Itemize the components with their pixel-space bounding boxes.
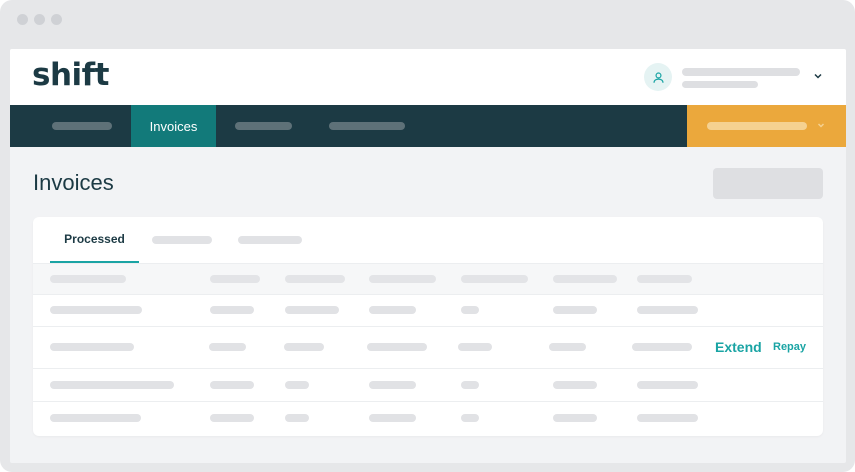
cell-placeholder: [50, 414, 141, 422]
cell-placeholder: [285, 306, 339, 314]
cell-placeholder: [549, 343, 586, 351]
cell-placeholder: [632, 343, 692, 351]
cell-placeholder: [553, 306, 597, 314]
cell-placeholder: [553, 381, 597, 389]
cell-placeholder: [367, 343, 427, 351]
cell-placeholder: [209, 343, 246, 351]
chevron-down-icon: [817, 123, 825, 128]
header-cell-placeholder: [461, 275, 528, 283]
user-avatar-icon[interactable]: [644, 63, 672, 91]
nav-cta-placeholder: [707, 122, 807, 130]
user-name-placeholder: [682, 68, 800, 76]
extend-button[interactable]: Extend: [715, 339, 762, 355]
header-cell-placeholder: [50, 275, 126, 283]
user-email-placeholder: [682, 81, 758, 88]
nav-cta-dropdown[interactable]: [687, 105, 846, 147]
table-header: [33, 263, 823, 295]
brand-logo[interactable]: shift: [32, 57, 109, 93]
invoices-card: Processed Extend Repay: [33, 217, 823, 436]
table-row[interactable]: [33, 369, 823, 402]
page-action-button[interactable]: [713, 168, 823, 199]
cell-placeholder: [461, 414, 479, 422]
app-page: shift Invoices Invoices Processed Extend…: [10, 49, 846, 463]
cell-placeholder: [458, 343, 492, 351]
table-row[interactable]: [33, 402, 823, 436]
nav-item-placeholder[interactable]: [329, 122, 405, 130]
cell-placeholder: [637, 306, 698, 314]
header-cell-placeholder: [285, 275, 345, 283]
cell-placeholder: [210, 414, 254, 422]
cell-placeholder: [369, 414, 416, 422]
cell-placeholder: [210, 381, 254, 389]
tab-placeholder[interactable]: [152, 236, 212, 244]
chevron-down-icon[interactable]: [812, 70, 824, 82]
header-cell-placeholder: [369, 275, 436, 283]
cell-placeholder: [461, 381, 479, 389]
header-cell-placeholder: [637, 275, 692, 283]
cell-placeholder: [369, 306, 416, 314]
nav-item-placeholder[interactable]: [52, 122, 112, 130]
header-cell-placeholder: [210, 275, 260, 283]
window-controls: [17, 14, 62, 25]
cell-placeholder: [285, 414, 309, 422]
user-menu[interactable]: [644, 63, 824, 93]
cell-placeholder: [553, 414, 597, 422]
cell-placeholder: [210, 306, 254, 314]
cell-placeholder: [50, 381, 174, 389]
cell-placeholder: [461, 306, 479, 314]
page-title: Invoices: [33, 170, 114, 195]
table-row[interactable]: Extend Repay: [33, 327, 823, 369]
cell-placeholder: [284, 343, 324, 351]
cell-placeholder: [50, 343, 134, 351]
header-cell-placeholder: [553, 275, 617, 283]
window-close-dot[interactable]: [17, 14, 28, 25]
cell-placeholder: [285, 381, 309, 389]
app-header: shift: [10, 49, 846, 105]
cell-placeholder: [637, 414, 698, 422]
window-minimize-dot[interactable]: [34, 14, 45, 25]
repay-button[interactable]: Repay: [773, 341, 806, 353]
browser-window: shift Invoices Invoices Processed Extend…: [0, 0, 855, 472]
tab-placeholder[interactable]: [238, 236, 302, 244]
tab-processed[interactable]: Processed: [50, 217, 139, 263]
cell-placeholder: [637, 381, 698, 389]
window-maximize-dot[interactable]: [51, 14, 62, 25]
main-nav: Invoices: [10, 105, 846, 147]
cell-placeholder: [369, 381, 416, 389]
nav-item-placeholder[interactable]: [235, 122, 292, 130]
nav-tab-invoices[interactable]: Invoices: [131, 105, 216, 147]
invoice-tabs: Processed: [33, 217, 823, 263]
cell-placeholder: [50, 306, 142, 314]
table-row[interactable]: [33, 294, 823, 327]
